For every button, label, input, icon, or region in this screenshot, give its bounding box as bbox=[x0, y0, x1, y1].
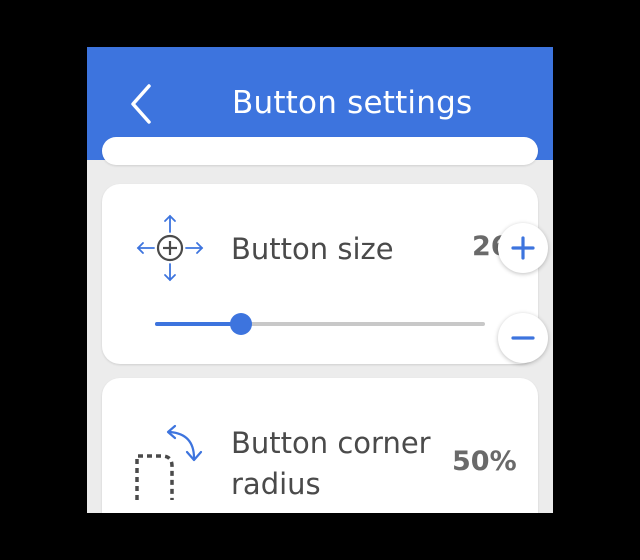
slider-fill bbox=[155, 322, 241, 326]
decrease-size-button[interactable] bbox=[498, 313, 548, 363]
page-title: Button settings bbox=[232, 85, 473, 121]
button-size-label: Button size bbox=[231, 232, 394, 266]
increase-size-button[interactable] bbox=[498, 223, 548, 273]
corner-radius-label-line1: Button corner bbox=[231, 426, 431, 460]
previous-setting-card bbox=[102, 137, 538, 165]
button-size-slider[interactable] bbox=[155, 313, 485, 335]
chevron-left-icon bbox=[131, 84, 151, 124]
back-button[interactable] bbox=[127, 82, 157, 126]
minus-icon bbox=[511, 336, 535, 340]
corner-radius-label-line2: radius bbox=[231, 467, 321, 501]
settings-screen: Button settings Button size 26 Button co… bbox=[87, 47, 553, 513]
move-crosshair-icon bbox=[136, 214, 204, 282]
plus-icon bbox=[511, 236, 535, 260]
corner-radius-card: Button corner radius 50% bbox=[102, 378, 538, 513]
button-size-card: Button size 26 bbox=[102, 184, 548, 364]
corner-radius-value: 50% bbox=[452, 446, 517, 477]
corner-radius-icon bbox=[135, 424, 203, 500]
slider-thumb[interactable] bbox=[229, 313, 252, 335]
